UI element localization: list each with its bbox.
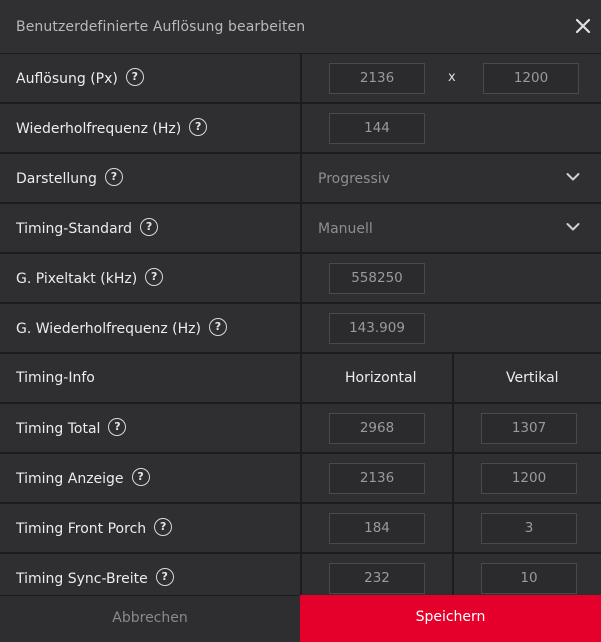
chevron-down-icon[interactable] [566,172,580,182]
timing-total-horizontal-input[interactable]: 2968 [329,413,425,444]
help-icon[interactable]: ? [189,118,208,136]
timing-total-vertical-input[interactable]: 1307 [481,413,577,444]
help-icon[interactable]: ? [155,568,174,586]
horizontal-column-header: Horizontal [345,370,417,386]
column-divider [300,154,302,202]
help-icon[interactable]: ? [104,168,123,186]
row-front-porch: Timing Front Porch? 184 3 [0,504,601,554]
sync-width-vertical-input[interactable]: 10 [481,563,577,594]
column-divider [452,454,454,502]
save-button[interactable]: Speichern [300,595,601,642]
timing-display-vertical-input[interactable]: 1200 [481,463,577,494]
timing-info-label: Timing-Info [16,370,95,386]
front-porch-label: Timing Front Porch [16,521,147,537]
pixel-clock-label: G. Pixeltakt (kHz) [16,271,138,287]
column-divider [300,354,302,402]
dialog-footer: Abbrechen Speichern [0,595,601,642]
help-icon[interactable]: ? [108,418,127,436]
sync-width-horizontal-input[interactable]: 232 [329,563,425,594]
row-refresh-rate: Wiederholfrequenz (Hz)? 144 [0,104,601,154]
help-icon[interactable]: ? [154,518,173,536]
column-divider [300,204,302,252]
timing-standard-select[interactable]: Manuell [318,221,373,237]
dialog-title: Benutzerdefinierte Auflösung bearbeiten [16,19,306,35]
display-mode-select[interactable]: Progressiv [318,171,390,187]
front-porch-horizontal-input[interactable]: 184 [329,513,425,544]
refresh-rate-label: Wiederholfrequenz (Hz) [16,121,182,137]
row-timing-standard: Timing-Standard? Manuell [0,204,601,254]
display-mode-label: Darstellung [16,171,97,187]
row-display-mode: Darstellung? Progressiv [0,154,601,204]
help-icon[interactable]: ? [140,218,159,236]
chevron-down-icon[interactable] [566,222,580,232]
row-sync-width: Timing Sync-Breite? 232 10 [0,554,601,595]
row-resolution: Auflösung (Px)? 2136 x 1200 [0,54,601,104]
column-divider [300,54,302,102]
row-pixel-clock: G. Pixeltakt (kHz)? 558250 [0,254,601,304]
column-divider [452,354,454,402]
refresh-rate-input[interactable]: 144 [329,113,425,144]
column-divider [300,304,302,352]
help-icon[interactable]: ? [208,318,227,336]
timing-display-label: Timing Anzeige [16,471,124,487]
dialog-header: Benutzerdefinierte Auflösung bearbeiten [0,0,601,54]
resolution-label: Auflösung (Px) [16,71,118,87]
g-refresh-rate-label: G. Wiederholfrequenz (Hz) [16,321,201,337]
help-icon[interactable]: ? [145,268,164,286]
settings-table: Auflösung (Px)? 2136 x 1200 Wiederholfre… [0,54,601,595]
close-icon[interactable] [574,17,592,35]
help-icon[interactable]: ? [131,468,150,486]
help-icon[interactable]: ? [125,68,144,86]
row-timing-display: Timing Anzeige? 2136 1200 [0,454,601,504]
row-g-refresh-rate: G. Wiederholfrequenz (Hz)? 143.909 [0,304,601,354]
cancel-button[interactable]: Abbrechen [0,595,300,642]
column-divider [300,454,302,502]
timing-total-label: Timing Total [16,421,101,437]
timing-display-horizontal-input[interactable]: 2136 [329,463,425,494]
column-divider [300,554,302,595]
row-timing-info: Timing-Info Horizontal Vertikal [0,354,601,404]
column-divider [300,504,302,552]
column-divider [452,554,454,595]
vertical-column-header: Vertikal [506,370,559,386]
row-timing-total: Timing Total? 2968 1307 [0,404,601,454]
g-refresh-rate-input[interactable]: 143.909 [329,313,425,344]
column-divider [452,504,454,552]
front-porch-vertical-input[interactable]: 3 [481,513,577,544]
timing-standard-label: Timing-Standard [16,221,133,237]
column-divider [300,404,302,452]
resolution-width-input[interactable]: 2136 [329,63,425,94]
resolution-separator: x [448,70,456,85]
column-divider [300,104,302,152]
resolution-height-input[interactable]: 1200 [483,63,579,94]
column-divider [452,404,454,452]
column-divider [300,254,302,302]
custom-resolution-dialog: Benutzerdefinierte Auflösung bearbeiten … [0,0,601,642]
pixel-clock-input[interactable]: 558250 [329,263,425,294]
sync-width-label: Timing Sync-Breite [16,571,148,587]
